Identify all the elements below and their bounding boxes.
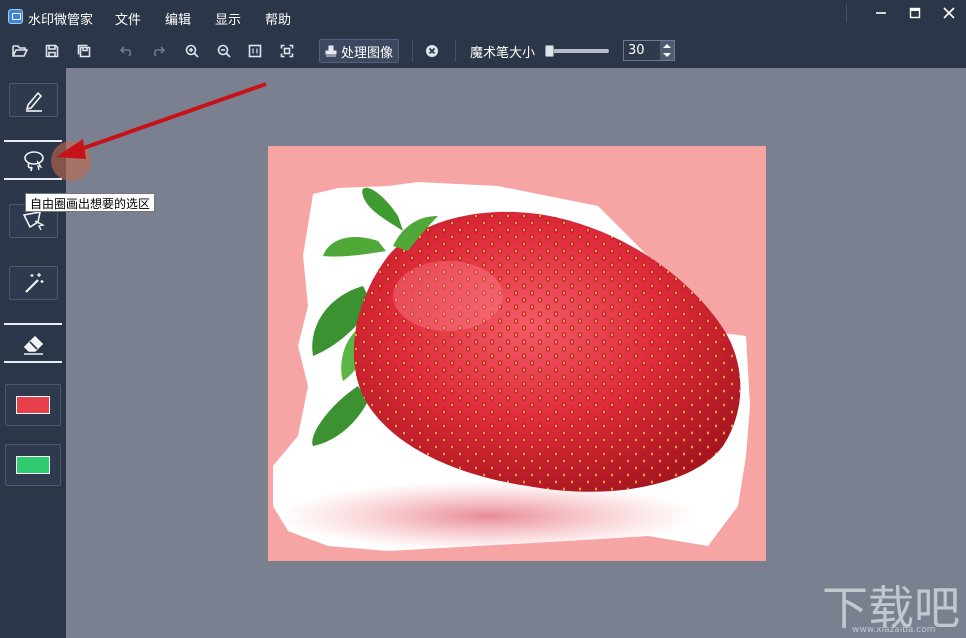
image-canvas[interactable]: [268, 146, 766, 561]
toolbar-divider: [412, 40, 413, 62]
mark-color-button[interactable]: [5, 384, 61, 426]
tool-highlight-line: [4, 140, 62, 142]
keep-color-button[interactable]: [5, 444, 61, 486]
keep-color-swatch: [16, 456, 50, 474]
canvas-area[interactable]: [66, 68, 966, 638]
menu-edit[interactable]: 编辑: [165, 9, 191, 28]
magic-wand-icon: [24, 273, 43, 293]
process-image-button[interactable]: 处理图像: [319, 39, 399, 63]
tool-highlight-line: [4, 361, 62, 363]
minimize-button[interactable]: [864, 0, 898, 26]
brush-size-label: 魔术笔大小: [470, 46, 536, 61]
window-controls: [864, 0, 966, 26]
mark-color-swatch: [16, 396, 50, 414]
brush-size-slider[interactable]: [545, 49, 609, 53]
app-title: 水印微管家: [28, 13, 94, 28]
redo-button[interactable]: [148, 41, 168, 61]
save-button[interactable]: [42, 41, 62, 61]
maximize-icon: [909, 7, 921, 19]
pen-icon: [25, 91, 42, 112]
tool-highlight-line: [4, 323, 62, 325]
eraser-icon: [23, 335, 43, 355]
polygon-select-icon: [22, 210, 45, 231]
zoom-out-button[interactable]: [214, 41, 234, 61]
process-image-label: 处理图像: [340, 45, 393, 61]
zoom-in-icon: [185, 44, 199, 58]
save-icon: [45, 44, 59, 58]
brush-size-slider-thumb[interactable]: [545, 45, 554, 57]
actual-size-button[interactable]: [245, 41, 265, 61]
cancel-button[interactable]: [422, 41, 442, 61]
open-file-button[interactable]: [10, 41, 30, 61]
close-icon: [943, 7, 955, 19]
lasso-tool-button[interactable]: [9, 144, 58, 178]
redo-icon: [153, 46, 165, 57]
fit-window-icon: [280, 44, 294, 58]
tool-highlight-line: [4, 178, 62, 180]
toolbar-divider: [455, 40, 456, 62]
zoom-in-button[interactable]: [182, 41, 202, 61]
title-bar: 水印微管家 文件 编辑 显示 帮助: [0, 0, 966, 34]
save-as-button[interactable]: [74, 41, 94, 61]
maximize-button[interactable]: [898, 0, 932, 26]
spin-up-icon[interactable]: [663, 43, 671, 48]
strawberry-image: [268, 146, 766, 561]
clear-icon: [426, 45, 438, 57]
lasso-tooltip: 自由圈画出想要的选区: [25, 193, 156, 212]
stamp-icon: [325, 45, 337, 57]
menu-view[interactable]: 显示: [215, 9, 241, 28]
lasso-icon: [23, 151, 44, 172]
menu-file[interactable]: 文件: [115, 9, 141, 28]
watermark-url: www.xiazaiba.com: [852, 625, 936, 635]
spin-buttons: [660, 41, 674, 60]
zoom-out-icon: [217, 44, 231, 58]
actual-size-icon: [248, 44, 262, 58]
pen-tool-button[interactable]: [9, 83, 58, 117]
folder-open-icon: [12, 45, 28, 57]
save-as-icon: [77, 44, 91, 58]
eraser-tool-button[interactable]: [9, 327, 58, 361]
app-logo-icon: [8, 9, 23, 24]
undo-icon: [120, 46, 132, 57]
undo-button[interactable]: [117, 41, 137, 61]
brush-size-spinbox[interactable]: 30: [623, 40, 675, 61]
fit-window-button[interactable]: [277, 41, 297, 61]
tool-panel: [0, 68, 66, 638]
magic-wand-tool-button[interactable]: [9, 266, 58, 300]
title-divider: [846, 4, 847, 22]
minimize-icon: [876, 12, 886, 14]
close-window-button[interactable]: [932, 0, 966, 26]
brush-size-value[interactable]: 30: [628, 43, 645, 58]
menu-help[interactable]: 帮助: [265, 9, 291, 28]
spin-down-icon[interactable]: [663, 53, 671, 58]
